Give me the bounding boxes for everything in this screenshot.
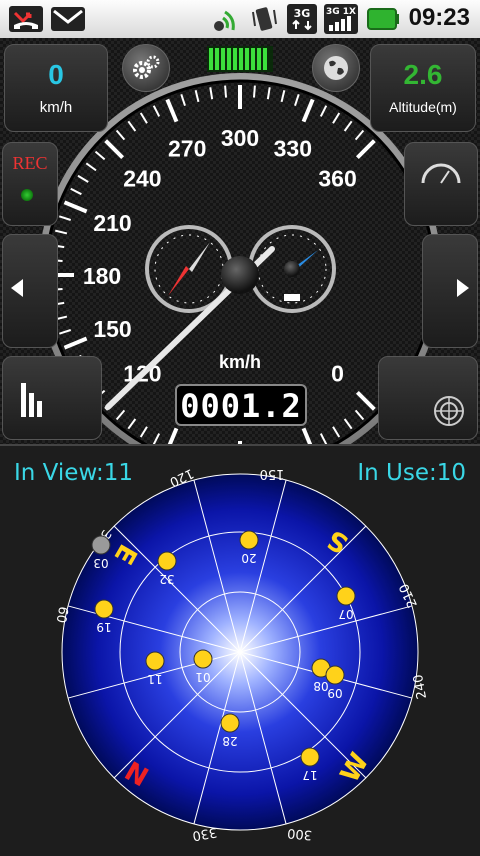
- satellite-id-label: 32: [159, 572, 174, 586]
- gauge-unit-label: km/h: [219, 352, 261, 372]
- sky-plot: 3060120150210240300330 N E S W 033220071…: [53, 465, 430, 843]
- gps-signal-icon: [208, 4, 244, 34]
- gauge-tick-label: 240: [123, 165, 161, 191]
- speed-value: 0: [48, 59, 64, 90]
- status-clock: 09:23: [408, 4, 470, 31]
- bar-chart-icon: [21, 383, 42, 417]
- email-icon[interactable]: [48, 4, 88, 34]
- network-badge-2-text: 3G 1X: [326, 7, 356, 17]
- gauge-tick-label: 360: [318, 165, 356, 191]
- satellite-dot: [94, 599, 114, 619]
- gauge-tick-label: 270: [168, 136, 206, 162]
- gauge-tick: [224, 85, 228, 98]
- rec-indicator-led: [21, 189, 33, 201]
- prev-screen-button[interactable]: [2, 234, 58, 348]
- satellite-dot: [157, 551, 177, 571]
- satellite-id-label: 17: [302, 768, 317, 782]
- speedometer-icon: [421, 163, 461, 184]
- satellite-dot: [239, 530, 259, 550]
- satellite-dot: [336, 586, 356, 606]
- right-arrow-icon: [457, 279, 469, 297]
- bearing-label: 240: [411, 673, 430, 700]
- rec-button[interactable]: REC: [2, 142, 58, 226]
- satellite-dot: [325, 665, 345, 685]
- altitude-label: Altitude(m): [389, 99, 457, 115]
- satellite-dot: [91, 535, 111, 555]
- satellite-dot: [193, 649, 213, 669]
- signal-strength-icon: 3G 1X: [322, 4, 360, 34]
- satellite-id-label: 03: [93, 556, 108, 570]
- accuracy-subdial: [248, 225, 336, 313]
- satellite-id-label: 01: [195, 670, 210, 684]
- satellite-id-label: 08: [313, 679, 328, 693]
- gauge-tick-label: 150: [93, 316, 131, 342]
- chart-button[interactable]: [2, 356, 102, 440]
- gauge-mode-button[interactable]: [404, 142, 478, 226]
- bearing-label: 300: [287, 825, 313, 842]
- satellite-id-label: 09: [327, 686, 342, 700]
- rec-label: REC: [12, 153, 48, 173]
- satellite-id-label: 19: [96, 620, 111, 634]
- next-screen-button[interactable]: [422, 234, 478, 348]
- globe-icon: [324, 56, 348, 80]
- satellite-id-label: 28: [222, 734, 237, 748]
- settings-button[interactable]: [122, 44, 170, 92]
- radar-icon: [434, 396, 464, 426]
- network-badge-text: 3G: [294, 7, 311, 20]
- altitude-panel: 2.6 Altitude(m): [370, 44, 476, 132]
- gears-icon: [133, 55, 160, 79]
- missed-call-icon[interactable]: [6, 4, 46, 34]
- gauge-tick-label: 0: [331, 361, 344, 387]
- bearing-label: 150: [260, 466, 285, 481]
- satellite-id-label: 11: [147, 672, 162, 686]
- bearing-label: 60: [53, 605, 71, 624]
- satellite-dot: [220, 713, 240, 733]
- speed-panel: 0 km/h: [4, 44, 108, 132]
- satellite-dot: [300, 747, 320, 767]
- odometer-value: 0001.2: [180, 387, 302, 425]
- satellite-id-label: 07: [338, 607, 353, 621]
- gauge-tick-label: 210: [93, 210, 131, 236]
- speedometer-section: 0306090120150180210240270300330360 km/h …: [0, 38, 480, 444]
- status-bar: 3G 3G 1X 09:23: [0, 0, 480, 38]
- radar-button[interactable]: [378, 356, 478, 440]
- vibrate-icon: [248, 4, 280, 34]
- gps-led-bar: [207, 46, 273, 72]
- satellite-dot: [145, 651, 165, 671]
- map-button[interactable]: [312, 44, 360, 92]
- battery-icon: [366, 4, 400, 34]
- gauge-tick: [252, 85, 256, 98]
- satellite-id-label: 20: [241, 551, 256, 565]
- gauge-tick-label: 180: [83, 263, 121, 289]
- left-arrow-icon: [11, 279, 23, 297]
- gauge-tick-label: 330: [274, 136, 312, 162]
- bearing-label: 330: [191, 824, 218, 843]
- satellite-radar-section: In View:11 In Use:10 3060120150210240300…: [0, 444, 480, 856]
- altitude-value: 2.6: [403, 59, 443, 90]
- data-transfer-icon: 3G: [285, 4, 319, 34]
- gauge-tick-label: 300: [221, 125, 259, 151]
- speed-unit: km/h: [39, 99, 73, 116]
